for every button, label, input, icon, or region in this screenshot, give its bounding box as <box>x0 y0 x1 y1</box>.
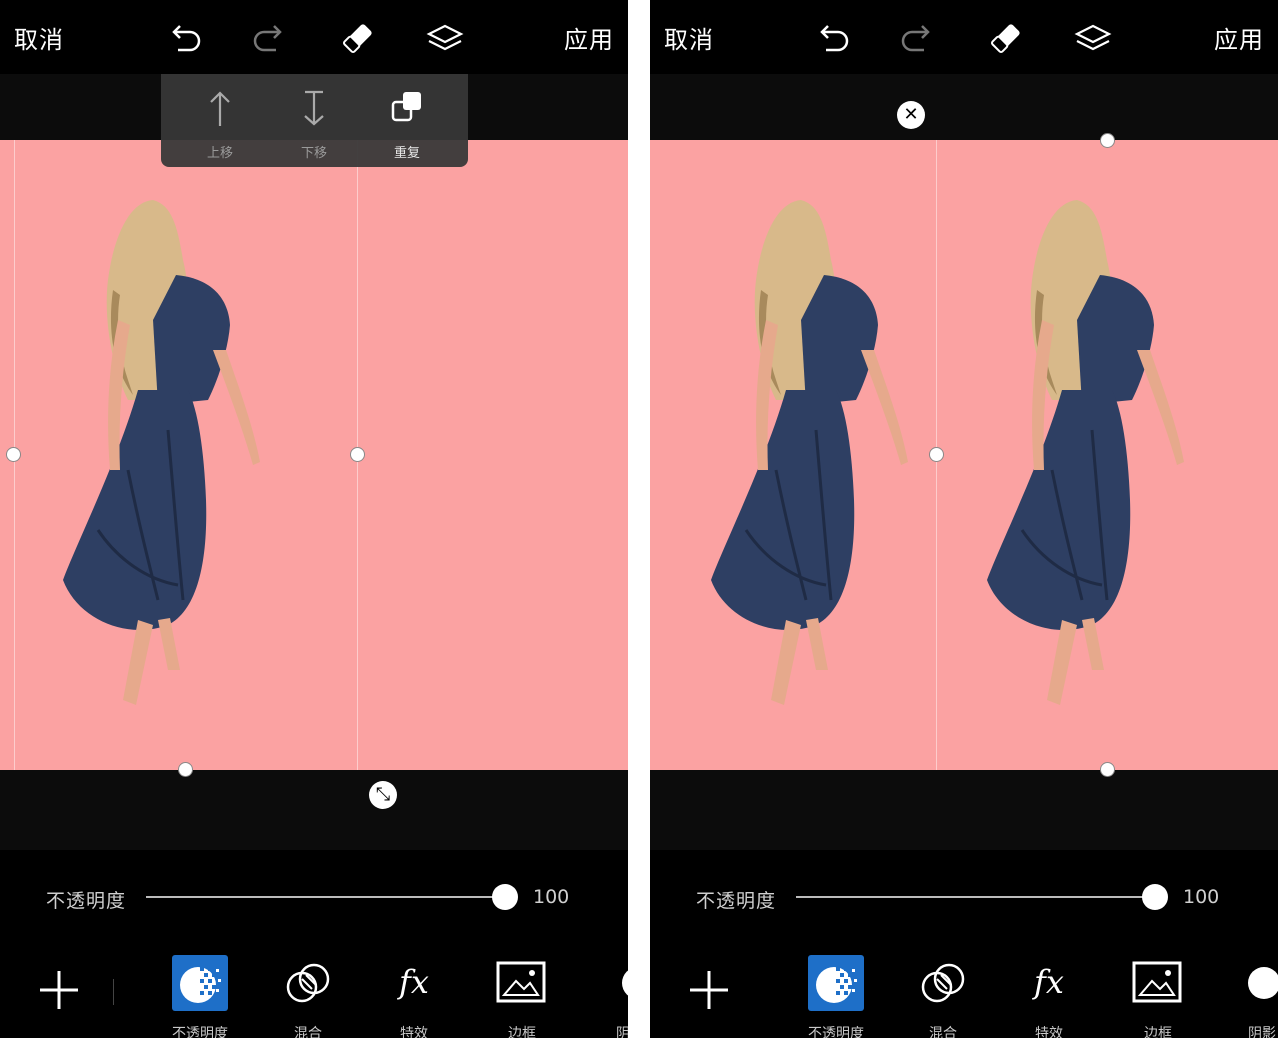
canvas-margin-bottom <box>650 770 1278 850</box>
undo-icon[interactable] <box>164 18 204 58</box>
blend-icon <box>915 955 971 1011</box>
bottom-toolbar: 不透明度 混合 fx 特效 边框 阴影 <box>0 945 628 1038</box>
tool-blend-label: 混合 <box>294 1026 322 1038</box>
close-icon[interactable]: ✕ <box>897 101 925 129</box>
shadow-icon <box>1234 955 1278 1011</box>
woman-cutout-duplicate[interactable] <box>982 200 1192 720</box>
duplicate-label: 重复 <box>393 146 420 161</box>
layers-icon[interactable] <box>425 18 465 58</box>
tool-opacity-label: 不透明度 <box>808 1026 864 1038</box>
plus-icon[interactable] <box>688 969 730 1011</box>
canvas-margin-bottom <box>0 770 628 850</box>
tool-border[interactable]: 边框 <box>480 955 564 1038</box>
woman-cutout-sticker[interactable] <box>58 200 268 720</box>
svg-text:fx: fx <box>1032 963 1064 1001</box>
toolbar-divider <box>113 979 114 1005</box>
move-down-label: 下移 <box>300 146 327 161</box>
move-up-button[interactable]: 上移 <box>190 88 250 161</box>
opacity-label: 不透明度 <box>696 890 777 912</box>
tool-shadow-label: 阴影 <box>616 1026 628 1038</box>
fx-icon: fx <box>386 955 442 1011</box>
scale-rotate-handle[interactable]: ⤡ <box>369 781 397 809</box>
tool-shadow-label: 阴影 <box>1248 1026 1276 1038</box>
opacity-label: 不透明度 <box>46 890 127 912</box>
layers-icon[interactable] <box>1073 18 1113 58</box>
opacity-bar: 不透明度 100 <box>650 850 1278 945</box>
tool-blend-label: 混合 <box>929 1026 957 1038</box>
canvas-margin-top <box>650 74 1278 140</box>
duplicate-button[interactable]: 重复 <box>377 88 437 161</box>
undo-icon[interactable] <box>812 18 852 58</box>
fx-icon: fx <box>1021 955 1077 1011</box>
bottom-toolbar: 不透明度 混合 fx 特效 边框 阴影 <box>650 945 1278 1038</box>
move-down-icon <box>299 88 329 128</box>
shadow-icon <box>602 955 628 1011</box>
canvas[interactable] <box>650 140 1278 770</box>
resize-handle-left[interactable] <box>6 447 21 462</box>
border-icon <box>494 955 550 1011</box>
left-screenshot: 取消 应用 ⤡ 上移 下移 重复 不透明度 100 不透明度 混合 fx 特效 … <box>0 0 628 1038</box>
tool-fx-label: 特效 <box>1035 1026 1063 1038</box>
opacity-slider-track[interactable] <box>146 896 506 898</box>
canvas[interactable] <box>0 140 628 770</box>
tool-shadow[interactable]: 阴影 <box>588 955 628 1038</box>
opacity-slider-knob[interactable] <box>1142 884 1168 910</box>
eraser-icon[interactable] <box>986 18 1026 58</box>
tool-border-label: 边框 <box>1144 1026 1172 1038</box>
duplicate-icon <box>387 88 427 128</box>
redo-icon[interactable] <box>898 18 938 58</box>
top-bar: 取消 应用 <box>0 0 628 74</box>
border-icon <box>1130 955 1186 1011</box>
redo-icon[interactable] <box>250 18 290 58</box>
opacity-icon <box>808 955 864 1011</box>
cancel-button[interactable]: 取消 <box>14 20 64 55</box>
eraser-icon[interactable] <box>338 18 378 58</box>
right-screenshot: 取消 应用 ✕ 不透明度 100 不透明度 混合 fx 特效 边框 阴影 <box>650 0 1278 1038</box>
tool-fx[interactable]: fx 特效 <box>372 955 456 1038</box>
opacity-bar: 不透明度 100 <box>0 850 628 945</box>
opacity-slider-knob[interactable] <box>492 884 518 910</box>
move-up-icon <box>205 88 235 128</box>
tool-border[interactable]: 边框 <box>1116 955 1200 1038</box>
woman-cutout-original[interactable] <box>706 200 916 720</box>
tool-opacity-label: 不透明度 <box>172 1026 228 1038</box>
top-bar: 取消 应用 <box>650 0 1278 74</box>
resize-handle-left[interactable] <box>929 447 944 462</box>
blend-icon <box>280 955 336 1011</box>
cancel-button[interactable]: 取消 <box>664 20 714 55</box>
opacity-value: 100 <box>1183 886 1220 908</box>
tool-shadow[interactable]: 阴影 <box>1220 955 1278 1038</box>
resize-handle-top[interactable] <box>1100 133 1115 148</box>
move-down-button[interactable]: 下移 <box>284 88 344 161</box>
apply-button[interactable]: 应用 <box>1214 20 1264 55</box>
tool-blend[interactable]: 混合 <box>266 955 350 1038</box>
svg-text:fx: fx <box>397 963 429 1001</box>
tool-fx[interactable]: fx 特效 <box>1007 955 1091 1038</box>
apply-button[interactable]: 应用 <box>564 20 614 55</box>
opacity-value: 100 <box>533 886 570 908</box>
tool-fx-label: 特效 <box>400 1026 428 1038</box>
tool-opacity[interactable]: 不透明度 <box>158 955 242 1038</box>
tool-opacity[interactable]: 不透明度 <box>794 955 878 1038</box>
tool-border-label: 边框 <box>508 1026 536 1038</box>
tool-blend[interactable]: 混合 <box>901 955 985 1038</box>
resize-handle-bottom[interactable] <box>178 762 193 777</box>
move-up-label: 上移 <box>206 146 233 161</box>
layer-order-menu: 上移 下移 重复 <box>161 74 468 167</box>
plus-icon[interactable] <box>38 969 80 1011</box>
opacity-icon <box>172 955 228 1011</box>
resize-handle-right[interactable] <box>350 447 365 462</box>
opacity-slider-track[interactable] <box>796 896 1156 898</box>
resize-handle-bottom[interactable] <box>1100 762 1115 777</box>
